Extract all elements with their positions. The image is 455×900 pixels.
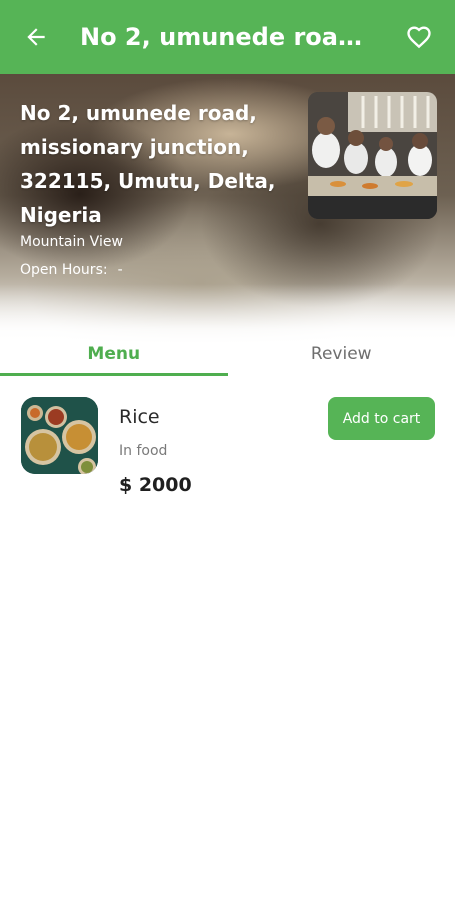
menu-item-image bbox=[21, 397, 98, 474]
menu-item: Rice In food $ 2000 Add to cart bbox=[0, 396, 455, 506]
tab-menu[interactable]: Menu bbox=[0, 332, 228, 376]
add-to-cart-button[interactable]: Add to cart bbox=[328, 397, 435, 440]
menu-item-category: In food bbox=[119, 443, 168, 459]
app-bar: No 2, umunede road, ... bbox=[0, 0, 455, 74]
open-hours: Open Hours: - bbox=[20, 262, 123, 278]
heart-outline-icon bbox=[407, 26, 431, 49]
restaurant-header: No 2, umunede road, missionary junction,… bbox=[0, 74, 455, 344]
favorite-button[interactable] bbox=[397, 15, 441, 59]
menu-item-price: $ 2000 bbox=[119, 474, 192, 496]
open-hours-label: Open Hours: bbox=[20, 262, 108, 278]
page-title: No 2, umunede road, ... bbox=[80, 23, 370, 51]
open-hours-value: - bbox=[117, 262, 123, 278]
kitchen-photo bbox=[308, 92, 437, 219]
restaurant-image bbox=[308, 92, 437, 219]
arrow-left-icon bbox=[27, 28, 45, 46]
restaurant-city: Mountain View bbox=[20, 234, 123, 250]
tab-bar: Menu Review bbox=[0, 332, 455, 376]
restaurant-address: No 2, umunede road, missionary junction,… bbox=[20, 101, 276, 227]
food-photo bbox=[21, 397, 98, 474]
tab-review[interactable]: Review bbox=[228, 332, 455, 376]
back-button[interactable] bbox=[14, 15, 58, 59]
menu-item-name: Rice bbox=[119, 406, 160, 428]
